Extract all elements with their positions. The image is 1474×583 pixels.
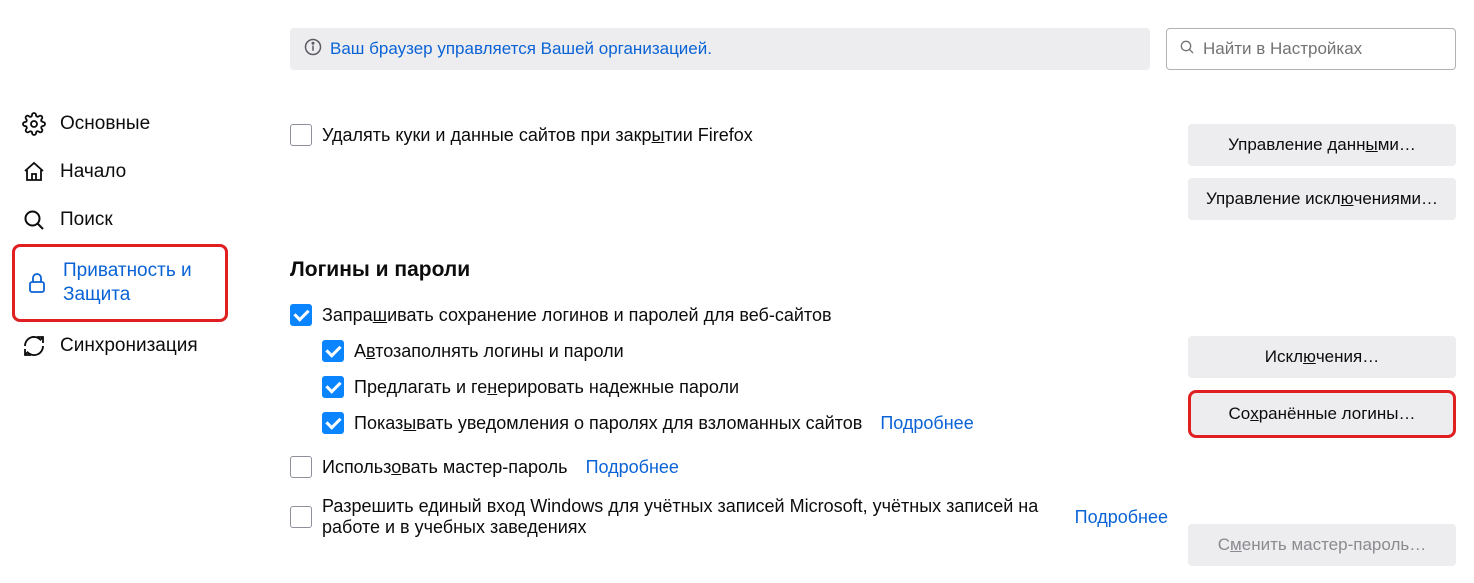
master-password-learn-more-link[interactable]: Подробнее	[586, 457, 679, 478]
checkbox-delete-cookies-on-close[interactable]	[290, 124, 312, 146]
login-exceptions-button[interactable]: Исключения…	[1188, 336, 1456, 378]
gear-icon	[22, 112, 46, 136]
org-banner: Ваш браузер управляется Вашей организаци…	[290, 28, 1150, 70]
checkbox-windows-sso[interactable]	[290, 506, 312, 528]
checkbox-ask-save-logins[interactable]	[290, 304, 312, 326]
checkbox-label: Автозаполнять логины и пароли	[354, 341, 624, 362]
breach-alerts-learn-more-link[interactable]: Подробнее	[880, 413, 973, 434]
logins-heading: Логины и пароли	[290, 258, 1456, 282]
sync-icon	[22, 334, 46, 358]
manage-exceptions-button[interactable]: Управление исключениями…	[1188, 178, 1456, 220]
checkbox-label: Использовать мастер-пароль	[322, 457, 568, 478]
sidebar-item-label: Синхронизация	[60, 334, 198, 358]
cookies-section: Удалять куки и данные сайтов при закрыти…	[290, 124, 1456, 220]
info-icon	[304, 38, 322, 61]
sidebar-item-label: Приватность и Защита	[63, 259, 215, 307]
org-banner-link[interactable]: Ваш браузер управляется Вашей организаци…	[330, 39, 712, 59]
search-icon	[1179, 39, 1195, 60]
saved-logins-button[interactable]: Сохранённые логины…	[1188, 390, 1456, 438]
checkbox-label: Предлагать и генерировать надежные парол…	[354, 377, 739, 398]
main-content: Ваш браузер управляется Вашей организаци…	[240, 0, 1474, 583]
sso-learn-more-link[interactable]: Подробнее	[1075, 507, 1168, 528]
checkbox-label: Показывать уведомления о паролях для взл…	[354, 413, 862, 434]
sidebar-item-home[interactable]: Начало	[12, 148, 228, 196]
settings-search-input[interactable]	[1203, 39, 1443, 59]
sidebar-item-search[interactable]: Поиск	[12, 196, 228, 244]
sidebar-item-label: Основные	[60, 112, 150, 136]
search-icon	[22, 208, 46, 232]
home-icon	[22, 160, 46, 184]
checkbox-autofill-logins[interactable]	[322, 340, 344, 362]
checkbox-breach-alerts[interactable]	[322, 412, 344, 434]
checkbox-label: Разрешить единый вход Windows для учётны…	[322, 496, 1057, 538]
sidebar-item-label: Начало	[60, 160, 126, 184]
change-master-password-button: Сменить мастер-пароль…	[1188, 524, 1456, 566]
checkbox-label: Запрашивать сохранение логинов и паролей…	[322, 305, 832, 326]
settings-search[interactable]	[1166, 28, 1456, 70]
manage-data-button[interactable]: Управление данными…	[1188, 124, 1456, 166]
checkbox-suggest-passwords[interactable]	[322, 376, 344, 398]
checkbox-master-password[interactable]	[290, 456, 312, 478]
sidebar-item-privacy[interactable]: Приватность и Защита	[12, 244, 228, 322]
sidebar-item-label: Поиск	[60, 208, 113, 232]
lock-icon	[25, 271, 49, 295]
sidebar: Основные Начало Поиск Приватность и Защи…	[0, 0, 240, 583]
checkbox-label: Удалять куки и данные сайтов при закрыти…	[322, 125, 753, 146]
sidebar-item-sync[interactable]: Синхронизация	[12, 322, 228, 370]
sidebar-item-general[interactable]: Основные	[12, 100, 228, 148]
